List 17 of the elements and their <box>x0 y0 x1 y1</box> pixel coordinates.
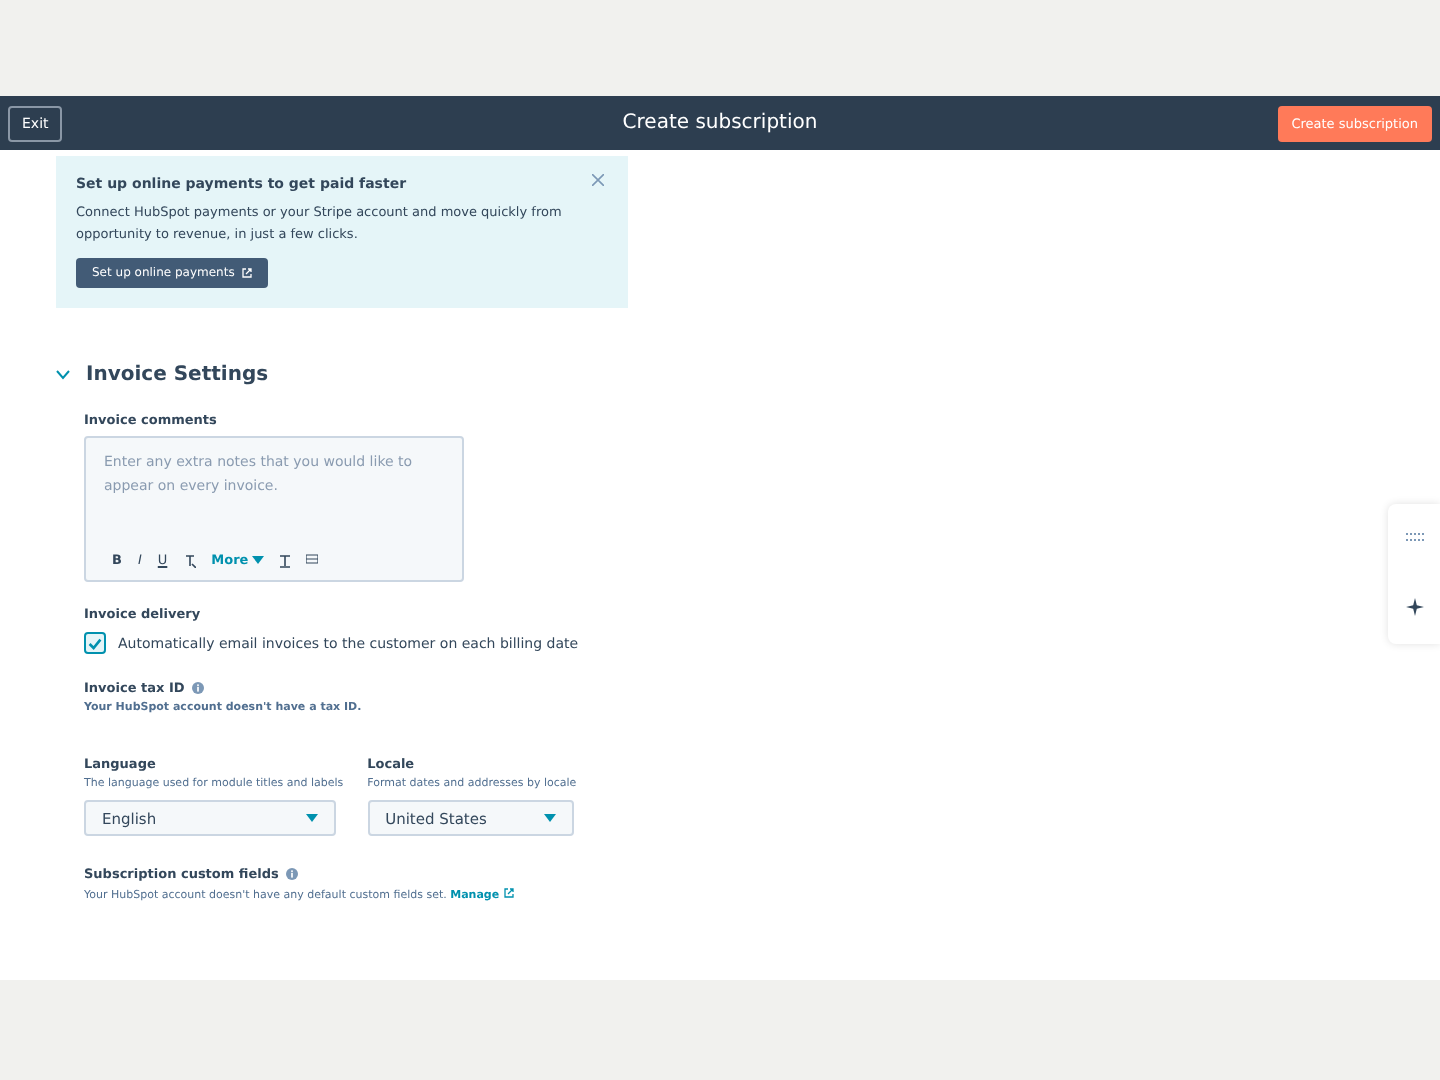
info-icon <box>192 682 205 694</box>
external-link-icon <box>503 888 514 898</box>
checkbox[interactable] <box>84 632 106 654</box>
sparkle-icon[interactable] <box>1405 598 1423 616</box>
text-style-icon[interactable] <box>280 553 291 567</box>
close-icon[interactable] <box>592 174 604 186</box>
page-title: Create subscription <box>622 112 818 134</box>
caret-icon <box>543 814 556 822</box>
list-icon[interactable] <box>306 554 319 566</box>
chevron-icon[interactable] <box>56 370 70 380</box>
caret-icon <box>306 814 318 822</box>
section-title: Invoice Settings <box>86 364 269 386</box>
external-link-icon <box>242 268 253 278</box>
info-icon <box>286 868 299 880</box>
grid-dots-icon[interactable] <box>1405 532 1423 542</box>
caret-icon <box>252 556 265 564</box>
clear-format-icon[interactable] <box>183 553 196 567</box>
